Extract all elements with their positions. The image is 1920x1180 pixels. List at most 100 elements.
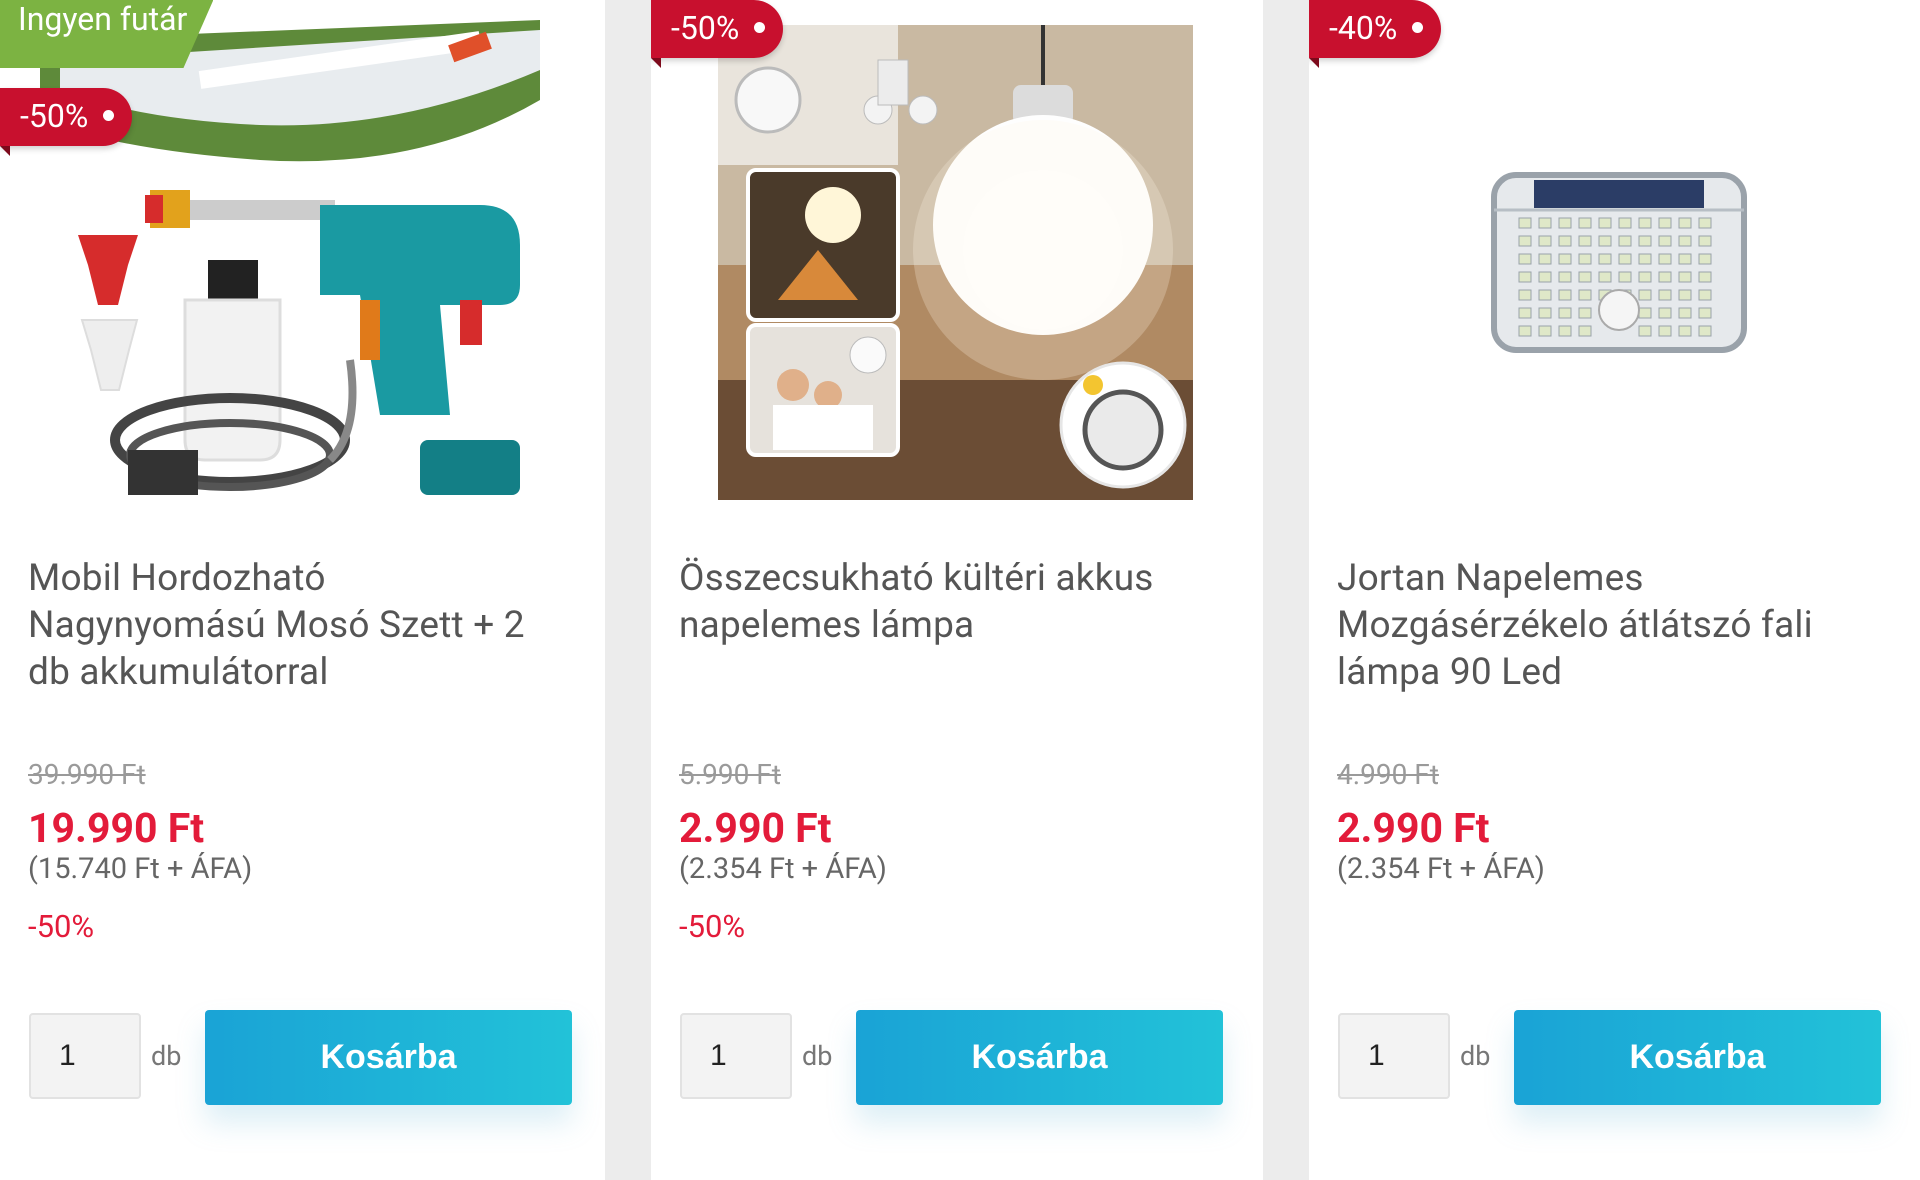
free-shipping-badge: Ingyen futár xyxy=(0,0,214,68)
led-cell xyxy=(1598,235,1612,247)
led-cell xyxy=(1698,325,1712,337)
led-cell xyxy=(1558,307,1572,319)
product-title-line: db akkumulátorral xyxy=(28,651,329,694)
product-title-line: Összecsukható kültéri akkus xyxy=(679,557,1154,600)
discount-badge: -40% xyxy=(1309,0,1442,68)
led-cell xyxy=(1518,235,1532,247)
led-cell xyxy=(1558,235,1572,247)
add-to-cart-button[interactable]: Kosárba xyxy=(205,1010,572,1105)
led-cell xyxy=(1598,217,1612,229)
led-cell xyxy=(1698,217,1712,229)
net-price: (2.354 Ft + ÁFA) xyxy=(1337,852,1545,886)
led-cell xyxy=(1538,289,1552,301)
led-cell xyxy=(1558,253,1572,265)
old-price: 4.990 Ft xyxy=(1337,758,1439,791)
product-title[interactable]: Összecsukható kültéri akkus napelemes lá… xyxy=(679,555,1219,649)
led-cell xyxy=(1518,289,1532,301)
led-cell xyxy=(1658,235,1672,247)
led-cell xyxy=(1518,271,1532,283)
discount-badge: -50% xyxy=(651,0,784,68)
quantity-unit: db xyxy=(151,1040,182,1072)
led-cell xyxy=(1638,271,1652,283)
led-cell xyxy=(1578,325,1592,337)
led-cell xyxy=(1578,271,1592,283)
led-cell xyxy=(1698,271,1712,283)
led-cell xyxy=(1658,289,1672,301)
led-cell xyxy=(1618,217,1632,229)
led-cell xyxy=(1538,325,1552,337)
net-price: (15.740 Ft + ÁFA) xyxy=(28,852,253,886)
led-cell xyxy=(1618,253,1632,265)
discount-badge: -50% xyxy=(0,88,133,156)
product-title-line: Jortan Napelemes xyxy=(1337,557,1644,600)
led-cell xyxy=(1658,217,1672,229)
led-cell xyxy=(1678,253,1692,265)
led-cell xyxy=(1618,271,1632,283)
led-cell xyxy=(1678,289,1692,301)
led-cell xyxy=(1538,253,1552,265)
product-image[interactable] xyxy=(0,0,605,520)
led-cell xyxy=(1618,235,1632,247)
led-cell xyxy=(1538,271,1552,283)
led-cell xyxy=(1518,307,1532,319)
led-cell xyxy=(1658,271,1672,283)
led-cell xyxy=(1638,235,1652,247)
solar-lamp-icon xyxy=(718,25,1193,500)
led-cell xyxy=(1638,289,1652,301)
led-cell xyxy=(1678,217,1692,229)
product-title-line: Mobil Hordozható xyxy=(28,557,326,600)
new-price: 19.990 Ft xyxy=(28,805,205,853)
wall-lamp-icon xyxy=(1491,172,1747,353)
led-cell xyxy=(1678,271,1692,283)
led-cell xyxy=(1598,271,1612,283)
product-image[interactable] xyxy=(651,0,1263,520)
product-title-line: lámpa 90 Led xyxy=(1337,651,1563,694)
discount-percent: -50% xyxy=(28,908,95,945)
led-cell xyxy=(1538,217,1552,229)
led-cell xyxy=(1558,289,1572,301)
led-cell xyxy=(1578,253,1592,265)
product-card: -40% Jortan Napelemes Mozgásérzékelo átl… xyxy=(1309,0,1920,1180)
led-cell xyxy=(1538,235,1552,247)
led-cell xyxy=(1578,289,1592,301)
product-title-line: napelemes lámpa xyxy=(679,604,975,647)
led-cell xyxy=(1698,307,1712,319)
led-cell xyxy=(1558,325,1572,337)
new-price: 2.990 Ft xyxy=(679,805,832,853)
old-price: 39.990 Ft xyxy=(28,758,146,791)
quantity-input[interactable] xyxy=(29,1013,141,1099)
quantity-input[interactable] xyxy=(680,1013,792,1099)
pressure-washer-icon xyxy=(40,20,540,495)
led-cell xyxy=(1578,235,1592,247)
led-cell xyxy=(1518,325,1532,337)
old-price: 5.990 Ft xyxy=(679,758,781,791)
net-price: (2.354 Ft + ÁFA) xyxy=(679,852,887,886)
new-price: 2.990 Ft xyxy=(1337,805,1490,853)
led-cell xyxy=(1578,217,1592,229)
product-title-line: Mozgásérzékelo átlátszó fali xyxy=(1337,604,1813,647)
led-cell xyxy=(1678,307,1692,319)
led-cell xyxy=(1678,325,1692,337)
led-cell xyxy=(1538,307,1552,319)
add-to-cart-button[interactable]: Kosárba xyxy=(856,1010,1223,1105)
product-title[interactable]: Jortan Napelemes Mozgásérzékelo átlátszó… xyxy=(1337,555,1877,696)
quantity-unit: db xyxy=(802,1040,833,1072)
led-cell xyxy=(1678,235,1692,247)
led-cell xyxy=(1698,235,1712,247)
led-cell xyxy=(1698,253,1712,265)
led-cell xyxy=(1558,217,1572,229)
quantity-input[interactable] xyxy=(1338,1013,1450,1099)
product-card: Ingyen futár -50% Mobil Hordozható Nagyn… xyxy=(0,0,605,1180)
led-cell xyxy=(1658,325,1672,337)
product-title-line: Nagynyomású Mosó Szett + 2 xyxy=(28,604,525,647)
led-cell xyxy=(1578,307,1592,319)
led-cell xyxy=(1638,325,1652,337)
led-cell xyxy=(1638,217,1652,229)
add-to-cart-button[interactable]: Kosárba xyxy=(1514,1010,1881,1105)
led-cell xyxy=(1518,217,1532,229)
quantity-unit: db xyxy=(1460,1040,1491,1072)
product-title[interactable]: Mobil Hordozható Nagynyomású Mosó Szett … xyxy=(28,555,568,696)
product-image[interactable] xyxy=(1309,0,1920,520)
led-cell xyxy=(1638,307,1652,319)
product-card: -50% Összecsukható kültéri akkus napelem… xyxy=(651,0,1263,1180)
